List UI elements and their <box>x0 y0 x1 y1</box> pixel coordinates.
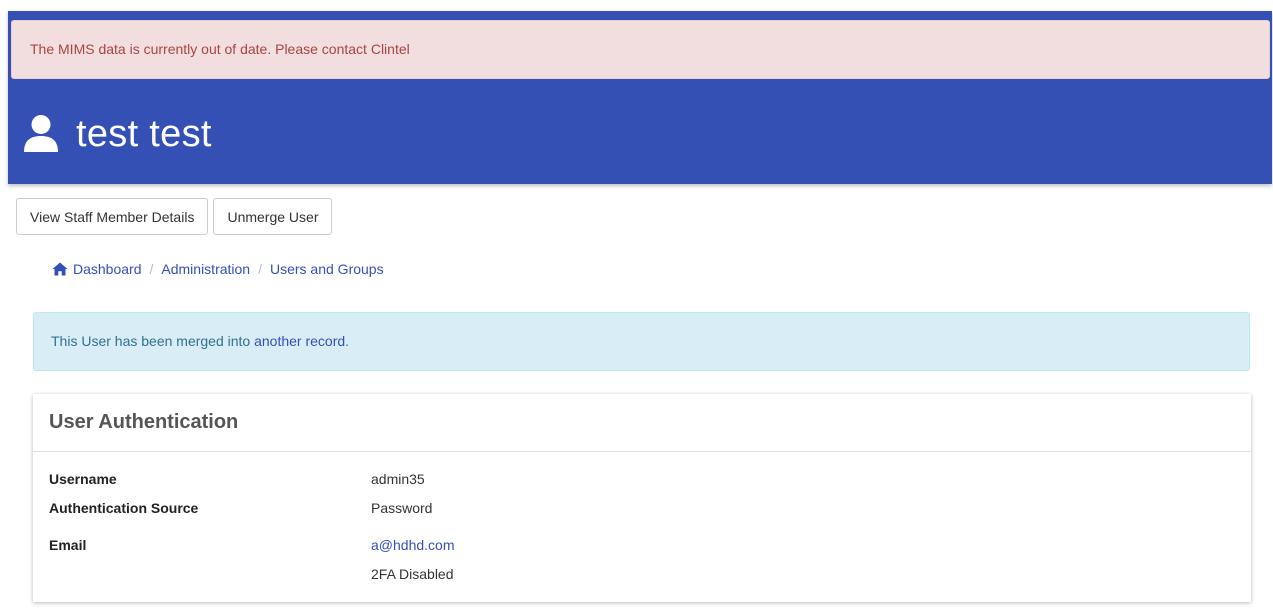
view-staff-member-details-button[interactable]: View Staff Member Details <box>16 198 209 235</box>
merge-notice: This User has been merged into another r… <box>33 312 1250 371</box>
auth-source-value: Password <box>371 500 433 516</box>
email-value-wrap: a@hdhd.com <box>371 537 454 553</box>
breadcrumb: Dashboard / Administration / Users and G… <box>52 258 384 280</box>
panel-title: User Authentication <box>49 411 239 433</box>
username-label: Username <box>49 471 117 487</box>
page-header: The MIMS data is currently out of date. … <box>8 11 1272 184</box>
title-row: test test <box>22 109 212 159</box>
twofa-status: 2FA Disabled <box>371 566 454 582</box>
breadcrumb-dashboard[interactable]: Dashboard <box>73 261 142 277</box>
user-icon <box>22 114 60 154</box>
auth-source-label: Authentication Source <box>49 500 199 516</box>
merge-notice-text: This User has been merged into <box>51 333 251 349</box>
unmerge-user-button[interactable]: Unmerge User <box>213 198 333 235</box>
another-record-link[interactable]: another record <box>254 333 345 349</box>
mims-alert: The MIMS data is currently out of date. … <box>11 20 1270 79</box>
email-link[interactable]: a@hdhd.com <box>371 537 454 553</box>
breadcrumb-users-and-groups[interactable]: Users and Groups <box>270 261 384 277</box>
mims-alert-message: The MIMS data is currently out of date. … <box>30 41 410 57</box>
merge-notice-suffix: . <box>345 333 350 349</box>
action-bar: View Staff Member Details Unmerge User <box>16 198 333 235</box>
breadcrumb-separator: / <box>149 261 154 277</box>
breadcrumb-administration[interactable]: Administration <box>161 261 250 277</box>
page: The MIMS data is currently out of date. … <box>0 0 1273 613</box>
user-authentication-panel: User Authentication Username admin35 Aut… <box>33 394 1251 602</box>
email-label: Email <box>49 537 87 553</box>
panel-heading: User Authentication <box>33 394 1251 452</box>
username-value: admin35 <box>371 471 425 487</box>
home-icon <box>52 262 68 276</box>
page-title: test test <box>76 112 212 155</box>
breadcrumb-separator: / <box>258 261 262 277</box>
